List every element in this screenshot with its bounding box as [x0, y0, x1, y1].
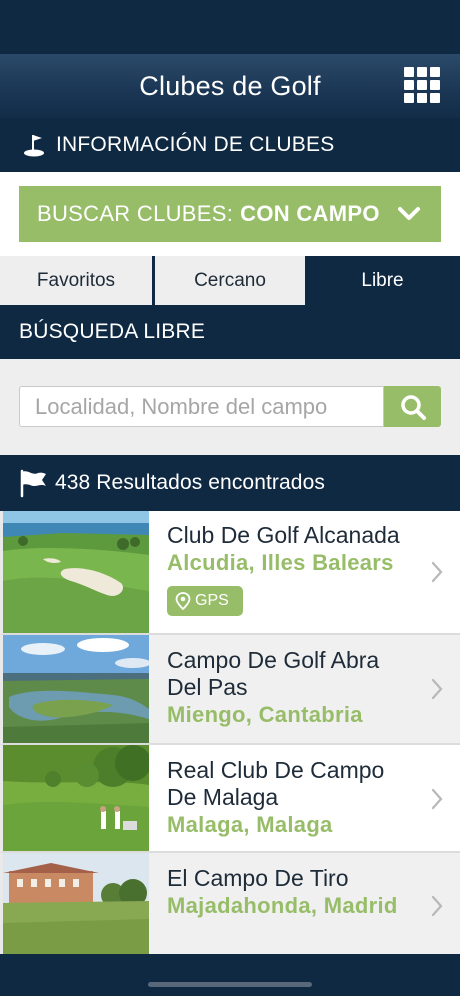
golf-flag-icon: [24, 135, 44, 157]
free-search-title: BÚSQUEDA LIBRE: [19, 320, 206, 343]
gps-label: GPS: [195, 592, 229, 609]
club-name: Campo De Golf Abra Del Pas: [167, 647, 380, 700]
section-header: INFORMACIÓN DE CLUBES: [0, 118, 460, 172]
chevron-down-icon: [398, 207, 420, 220]
club-photo: [3, 635, 149, 743]
club-row[interactable]: El Campo De Tiro Majadahonda, Madrid: [0, 853, 460, 954]
tab-favoritos[interactable]: Favoritos: [0, 256, 152, 305]
club-row[interactable]: Campo De Golf Abra Del Pas Miengo, Canta…: [0, 635, 460, 745]
search-clubs-label: BUSCAR CLUBES:: [37, 201, 234, 226]
club-location: Alcudia, Illes Balears: [167, 550, 394, 575]
club-photo: [3, 745, 149, 851]
club-name: Club De Golf Alcanada: [167, 522, 400, 548]
results-header: 438 Resultados encontrados: [0, 455, 460, 511]
grid-menu-icon[interactable]: [404, 67, 440, 103]
club-row[interactable]: Real Club De Campo De Malaga Malaga, Mal…: [0, 745, 460, 853]
search-button[interactable]: [384, 386, 441, 427]
club-photo: [3, 511, 149, 633]
club-row[interactable]: Club De Golf Alcanada Alcudia, Illes Bal…: [0, 511, 460, 635]
tab-libre[interactable]: Libre: [305, 256, 460, 305]
chevron-right-icon: [431, 788, 443, 810]
navigation-bar: Clubes de Golf: [0, 54, 460, 118]
club-location: Malaga, Malaga: [167, 812, 333, 837]
free-search-header: BÚSQUEDA LIBRE: [0, 305, 460, 359]
search-icon: [400, 394, 426, 420]
results-count: 438 Resultados encontrados: [55, 471, 325, 494]
chevron-right-icon: [431, 561, 443, 583]
map-pin-icon: [175, 592, 191, 610]
gps-badge[interactable]: GPS: [167, 586, 243, 616]
chevron-right-icon: [431, 895, 443, 917]
tab-cercano[interactable]: Cercano: [155, 256, 305, 305]
section-title: INFORMACIÓN DE CLUBES: [56, 133, 335, 156]
club-location: Majadahonda, Madrid: [167, 893, 398, 918]
bottom-bar: [0, 954, 460, 996]
flag-icon: [20, 469, 46, 498]
club-name: El Campo De Tiro: [167, 865, 349, 891]
search-clubs-value: CON CAMPO: [240, 201, 380, 226]
club-location: Miengo, Cantabria: [167, 702, 363, 727]
chevron-right-icon: [431, 678, 443, 700]
home-indicator[interactable]: [148, 982, 312, 987]
status-bar: [0, 0, 460, 54]
tab-bar: Favoritos Cercano Libre: [0, 256, 460, 305]
page-title: Clubes de Golf: [139, 70, 321, 101]
search-input[interactable]: [19, 386, 384, 427]
club-photo: [3, 853, 149, 954]
search-clubs-dropdown[interactable]: BUSCAR CLUBES: CON CAMPO: [19, 186, 441, 242]
club-name: Real Club De Campo De Malaga: [167, 757, 385, 810]
